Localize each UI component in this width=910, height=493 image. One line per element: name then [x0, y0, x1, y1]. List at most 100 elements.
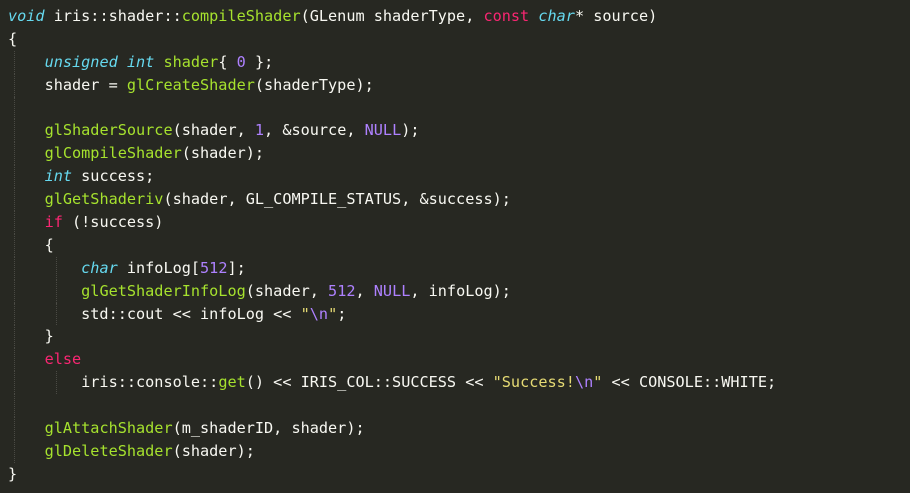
indent-guide — [14, 439, 15, 463]
code-token: compileShader — [181, 7, 301, 25]
code-line[interactable]: int success; — [0, 165, 910, 189]
indent-guide — [14, 279, 15, 303]
indent-guide — [56, 302, 57, 326]
indent-guide — [14, 50, 15, 74]
code-token: glGetShaderInfoLog — [81, 281, 246, 300]
code-token: 1 — [254, 121, 265, 140]
code-line[interactable]: char infoLog[512]; — [0, 256, 910, 280]
code-line[interactable]: void iris::shader::compileShader(GLenum … — [0, 5, 910, 28]
code-token: NULL — [364, 121, 402, 140]
code-token: (shader); — [172, 441, 255, 460]
code-token: glGetShaderiv — [44, 190, 164, 209]
code-token: (shader, — [245, 281, 329, 300]
code-token: get — [218, 373, 246, 392]
indent-guide — [14, 348, 15, 372]
code-line[interactable]: shader = glCreateShader(shaderType); — [0, 73, 910, 97]
code-token: ]; — [227, 258, 246, 277]
code-line[interactable]: glAttachShader(m_shaderID, shader); — [0, 417, 910, 440]
indent-guide — [14, 233, 15, 257]
indent-guide — [14, 165, 15, 189]
code-token: shader — [163, 52, 219, 71]
code-token: (!success) — [62, 213, 164, 232]
code-line[interactable]: else — [0, 348, 910, 372]
code-line[interactable]: iris::console::get() << IRIS_COL::SUCCES… — [0, 371, 910, 395]
indent-guide — [14, 256, 15, 280]
indent-guide — [14, 417, 15, 440]
code-token: " — [328, 304, 338, 323]
code-token: \n — [309, 304, 329, 323]
code-token: { — [8, 29, 18, 48]
code-token: else — [44, 350, 82, 369]
code-token: 0 — [236, 52, 246, 71]
code-token: void — [8, 7, 45, 25]
code-token: 512 — [328, 281, 356, 300]
code-token: , infoLog); — [410, 281, 511, 300]
code-token: success; — [72, 167, 155, 186]
code-token: ); — [401, 121, 420, 140]
code-token: glDeleteShader — [44, 441, 173, 460]
code-line[interactable]: glDeleteShader(shader); — [0, 439, 910, 463]
indent-guide — [56, 371, 57, 395]
code-token: (shaderType); — [254, 75, 374, 94]
code-line[interactable] — [0, 96, 910, 120]
code-line[interactable] — [0, 394, 910, 418]
code-line[interactable]: std::cout << infoLog << "\n"; — [0, 302, 910, 326]
code-token: * source) — [574, 7, 658, 25]
indent-guide — [14, 211, 15, 234]
indent-guide — [14, 142, 15, 166]
code-line[interactable]: } — [0, 325, 910, 349]
indent-guide — [14, 371, 15, 395]
code-token: << CONSOLE::WHITE; — [602, 373, 777, 392]
code-line[interactable]: glGetShaderiv(shader, GL_COMPILE_STATUS,… — [0, 188, 910, 212]
code-token: glCreateShader — [126, 75, 255, 94]
code-token: std::cout << infoLog << — [8, 304, 301, 323]
code-token: glCompileShader — [44, 144, 182, 163]
code-line[interactable]: if (!success) — [0, 211, 910, 234]
indent-guide — [14, 394, 15, 418]
indent-guide — [14, 119, 15, 143]
code-token: char — [81, 258, 118, 277]
code-token: NULL — [373, 281, 411, 300]
code-token: const — [483, 7, 530, 25]
code-token: (shader, GL_COMPILE_STATUS, &success); — [163, 190, 511, 209]
code-token: () << IRIS_COL::SUCCESS << — [245, 373, 493, 392]
code-token: 512 — [200, 258, 228, 277]
code-line[interactable]: } — [0, 463, 910, 486]
code-token: }; — [245, 52, 274, 71]
code-token: if — [44, 213, 63, 232]
code-token: "Success! — [492, 373, 575, 392]
code-token: , — [355, 281, 374, 300]
indent-guide — [14, 302, 15, 326]
indent-guide — [56, 279, 57, 303]
code-token: { — [218, 52, 237, 71]
code-token: (shader); — [181, 144, 265, 163]
code-line[interactable]: glCompileShader(shader); — [0, 142, 910, 166]
code-token: " — [300, 304, 310, 323]
code-token: (GLenum shaderType, — [300, 7, 484, 25]
indent-guide — [14, 325, 15, 349]
code-token: ; — [337, 304, 347, 323]
code-token: infoLog[ — [117, 258, 201, 277]
code-editor[interactable]: void iris::shader::compileShader(GLenum … — [0, 0, 910, 493]
code-token: (m_shaderID, shader); — [172, 419, 365, 438]
code-token: char — [538, 7, 575, 25]
code-line[interactable]: { — [0, 233, 910, 257]
code-token: iris::shader:: — [44, 7, 182, 25]
indent-guide — [56, 256, 57, 280]
indent-guide — [14, 73, 15, 97]
code-token: } — [8, 464, 18, 483]
code-token: (shader, — [172, 121, 255, 140]
code-line[interactable]: unsigned int shader{ 0 }; — [0, 50, 910, 74]
code-line[interactable]: glGetShaderInfoLog(shader, 512, NULL, in… — [0, 279, 910, 303]
code-token: , &source, — [264, 121, 365, 140]
code-token: glAttachShader — [44, 419, 173, 438]
code-token: int — [44, 167, 73, 186]
code-line[interactable]: { — [0, 28, 910, 51]
indent-guide — [14, 96, 15, 120]
code-line[interactable]: glShaderSource(shader, 1, &source, NULL)… — [0, 119, 910, 143]
code-token: \n — [574, 373, 594, 392]
code-token: iris::console:: — [8, 373, 219, 392]
